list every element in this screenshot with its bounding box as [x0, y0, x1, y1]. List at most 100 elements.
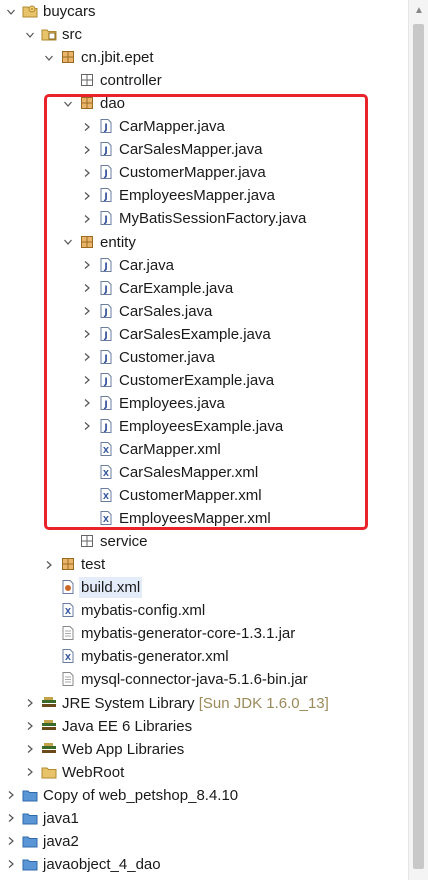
tree-item-src[interactable]: src: [0, 23, 408, 46]
tree-item-employeesexample-java[interactable]: J EmployeesExample.java: [0, 415, 408, 438]
xml-file-icon: X: [98, 510, 114, 526]
tree-item-carsalesexample-java[interactable]: J CarSalesExample.java: [0, 323, 408, 346]
expand-closed-chevron-icon[interactable]: [43, 553, 55, 576]
expand-closed-chevron-icon[interactable]: [81, 369, 93, 392]
expand-open-chevron-icon[interactable]: [62, 231, 74, 254]
vertical-scrollbar[interactable]: ▲: [408, 0, 428, 880]
tree-item-carsalesmapper-java[interactable]: J CarSalesMapper.java: [0, 138, 408, 161]
folder-icon: [41, 764, 57, 780]
library-icon: [41, 695, 57, 711]
tree-item-java2[interactable]: java2: [0, 830, 408, 853]
expand-closed-chevron-icon[interactable]: [5, 784, 17, 807]
tree-item-label: src: [62, 26, 82, 44]
expand-closed-chevron-icon[interactable]: [81, 254, 93, 277]
tree-item-label: javaobject_4_dao: [43, 855, 161, 873]
tree-item-jre-system-library[interactable]: JRE System Library [Sun JDK 1.6.0_13]: [0, 692, 408, 715]
expand-open-chevron-icon[interactable]: [62, 92, 74, 115]
expand-closed-chevron-icon[interactable]: [81, 300, 93, 323]
tree-item-employeesmapper-java[interactable]: J EmployeesMapper.java: [0, 184, 408, 207]
tree-item-copy-of-web-petshop-8-4-10[interactable]: Copy of web_petshop_8.4.10: [0, 784, 408, 807]
tree-item-mysql-connector-java-5-1-6-bin-jar[interactable]: mysql-connector-java-5.1.6-bin.jar: [0, 668, 408, 691]
tree-item-mybatis-generator-core-1-3-1-jar[interactable]: mybatis-generator-core-1.3.1.jar: [0, 622, 408, 645]
tree-item-employeesmapper-xml[interactable]: X EmployeesMapper.xml: [0, 507, 408, 530]
tree-item-label: CarMapper.java: [119, 118, 225, 136]
svg-text:J: J: [103, 400, 107, 410]
tree-item-carsales-java[interactable]: J CarSales.java: [0, 300, 408, 323]
tree-item-customermapper-xml[interactable]: X CustomerMapper.xml: [0, 484, 408, 507]
expand-closed-chevron-icon[interactable]: [5, 853, 17, 876]
tree-item-label: Web App Libraries: [62, 740, 185, 758]
tree-item-web-app-libraries[interactable]: Web App Libraries: [0, 738, 408, 761]
expand-closed-chevron-icon[interactable]: [81, 323, 93, 346]
expand-closed-chevron-icon[interactable]: [24, 715, 36, 738]
expand-closed-chevron-icon[interactable]: [81, 115, 93, 138]
tree-item-controller[interactable]: controller: [0, 69, 408, 92]
expand-closed-chevron-icon[interactable]: [5, 807, 17, 830]
scroll-up-arrow-icon[interactable]: ▲: [413, 4, 425, 16]
tree-item-carexample-java[interactable]: J CarExample.java: [0, 277, 408, 300]
tree-item-label: CarSalesMapper.java: [119, 141, 263, 159]
tree-item-customermapper-java[interactable]: J CustomerMapper.java: [0, 161, 408, 184]
tree-item-label: mybatis-config.xml: [81, 602, 206, 620]
svg-text:J: J: [103, 308, 107, 318]
expand-open-chevron-icon[interactable]: [43, 46, 55, 69]
tree-item-java1[interactable]: java1: [0, 807, 408, 830]
tree-item-service[interactable]: service: [0, 530, 408, 553]
tree-item-build-xml[interactable]: build.xml: [0, 576, 408, 599]
project-icon: [22, 3, 38, 19]
tree-item-entity[interactable]: entity: [0, 231, 408, 254]
expand-closed-chevron-icon[interactable]: [5, 830, 17, 853]
xml-file-icon: X: [60, 648, 76, 664]
tree-item-webroot[interactable]: WebRoot: [0, 761, 408, 784]
svg-text:J: J: [103, 215, 107, 225]
tree-item-buycars[interactable]: buycars: [0, 0, 408, 23]
tree-item-label: Customer.java: [119, 348, 215, 366]
tree-item-test[interactable]: test: [0, 553, 408, 576]
expand-closed-chevron-icon[interactable]: [81, 346, 93, 369]
tree-item-mybatis-generator-xml[interactable]: Xmybatis-generator.xml: [0, 645, 408, 668]
scrollbar-thumb[interactable]: [413, 24, 424, 869]
expand-closed-chevron-icon[interactable]: [81, 161, 93, 184]
java-file-icon: J: [98, 210, 114, 226]
tree-item-carmapper-java[interactable]: J CarMapper.java: [0, 115, 408, 138]
tree-item-label: cn.jbit.epet: [81, 49, 154, 67]
expand-closed-chevron-icon[interactable]: [24, 738, 36, 761]
package-icon: [60, 556, 76, 572]
java-file-icon: J: [98, 349, 114, 365]
tree-item-customer-java[interactable]: J Customer.java: [0, 346, 408, 369]
package-empty-icon: [79, 72, 95, 88]
tree-item-label: entity: [100, 233, 136, 251]
svg-text:J: J: [103, 192, 107, 202]
tree-item-label: CustomerMapper.xml: [119, 487, 262, 505]
tree-item-label: dao: [100, 95, 126, 113]
expand-closed-chevron-icon[interactable]: [81, 415, 93, 438]
tree-item-employees-java[interactable]: J Employees.java: [0, 392, 408, 415]
tree-item-label: test: [81, 556, 106, 574]
java-file-icon: J: [98, 372, 114, 388]
jar-file-icon: [60, 671, 76, 687]
svg-text:J: J: [103, 169, 107, 179]
jar-file-icon: [60, 625, 76, 641]
tree-item-mybatis-config-xml[interactable]: Xmybatis-config.xml: [0, 599, 408, 622]
tree-item-java-ee-6-libraries[interactable]: Java EE 6 Libraries: [0, 715, 408, 738]
expand-closed-chevron-icon[interactable]: [24, 692, 36, 715]
tree-item-customerexample-java[interactable]: J CustomerExample.java: [0, 369, 408, 392]
expand-closed-chevron-icon[interactable]: [81, 138, 93, 161]
tree-item-javaobject-4-dao[interactable]: javaobject_4_dao: [0, 853, 408, 876]
expand-closed-chevron-icon[interactable]: [81, 277, 93, 300]
tree-item-carsalesmapper-xml[interactable]: X CarSalesMapper.xml: [0, 461, 408, 484]
expand-closed-chevron-icon[interactable]: [81, 392, 93, 415]
tree-item-dao[interactable]: dao: [0, 92, 408, 115]
expand-closed-chevron-icon[interactable]: [81, 184, 93, 207]
expand-open-chevron-icon[interactable]: [24, 23, 36, 46]
svg-text:X: X: [103, 469, 110, 478]
tree-item-car-java[interactable]: J Car.java: [0, 254, 408, 277]
expand-open-chevron-icon[interactable]: [5, 0, 17, 23]
expand-closed-chevron-icon[interactable]: [24, 761, 36, 784]
expand-closed-chevron-icon[interactable]: [81, 207, 93, 230]
svg-text:J: J: [103, 423, 107, 433]
tree-item-cn-jbit-epet[interactable]: cn.jbit.epet: [0, 46, 408, 69]
tree-item-mybatissessionfactory-java[interactable]: J MyBatisSessionFactory.java: [0, 207, 408, 230]
tree-item-carmapper-xml[interactable]: X CarMapper.xml: [0, 438, 408, 461]
svg-text:J: J: [103, 262, 107, 272]
